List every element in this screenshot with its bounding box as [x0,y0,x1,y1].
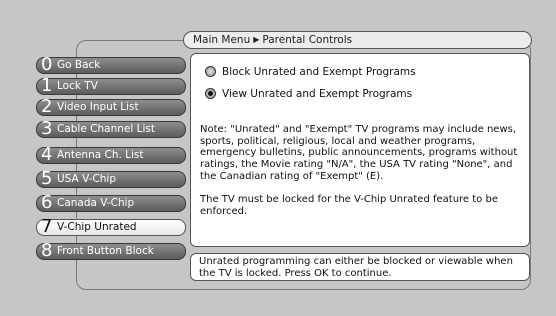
view-unrated-option[interactable]: View Unrated and Exempt Programs [205,88,412,100]
menu-item-usa-v-chip[interactable]: 5 USA V-Chip [36,168,186,189]
note-text: Note: "Unrated" and "Exempt" TV programs… [200,124,524,217]
menu-number: 6 [41,192,53,213]
radio-on-icon[interactable] [205,88,216,99]
menu-number: 7 [41,216,53,237]
menu-number: 0 [41,54,53,75]
menu-item-video-input-list[interactable]: 2 Video Input List [36,96,186,117]
menu-item-label: Cable Channel List [57,123,155,135]
breadcrumb-current: Parental Controls [262,34,353,46]
breadcrumb-arrow-icon: ▶ [253,35,260,44]
help-text: Unrated programming can either be blocke… [190,253,530,281]
menu-item-antenna-ch-list[interactable]: 4 Antenna Ch. List [36,144,186,165]
block-unrated-label: Block Unrated and Exempt Programs [222,66,416,78]
menu-number: 2 [41,96,53,117]
view-unrated-label: View Unrated and Exempt Programs [222,88,413,100]
note-paragraph: Note: "Unrated" and "Exempt" TV programs… [200,124,518,182]
menu-item-label: Video Input List [57,101,139,113]
menu-item-label: V-Chip Unrated [57,221,137,233]
parental-controls-screen: Main Menu ▶ Parental Controls 0 Go Back 1 … [0,0,556,316]
menu-number: 1 [41,75,53,96]
menu-number: 3 [41,118,53,139]
menu-item-front-button-block[interactable]: 8 Front Button Block [36,240,186,261]
radio-off-icon[interactable] [205,66,216,77]
menu-item-go-back[interactable]: 0 Go Back [36,54,186,75]
note-paragraph: The TV must be locked for the V-Chip Unr… [200,194,498,217]
breadcrumb: Main Menu ▶ Parental Controls [183,31,532,49]
menu-item-label: Canada V-Chip [57,197,135,209]
menu-item-label: USA V-Chip [57,173,116,185]
menu-item-lock-tv[interactable]: 1 Lock TV [36,75,186,96]
menu-item-cable-channel-list[interactable]: 3 Cable Channel List [36,118,186,139]
menu-item-label: Front Button Block [57,245,154,257]
settings-panel: Block Unrated and Exempt Programs View U… [190,53,530,247]
block-unrated-option[interactable]: Block Unrated and Exempt Programs [205,66,416,78]
menu-item-v-chip-unrated[interactable]: 7 V-Chip Unrated [36,216,186,237]
menu-item-canada-v-chip[interactable]: 6 Canada V-Chip [36,192,186,213]
menu-item-label: Lock TV [57,80,98,92]
menu-item-label: Go Back [57,59,101,71]
breadcrumb-root: Main Menu [193,34,251,46]
menu-item-label: Antenna Ch. List [57,149,144,161]
menu-number: 5 [41,168,53,189]
menu-number: 4 [41,144,53,165]
menu-number: 8 [41,240,53,261]
